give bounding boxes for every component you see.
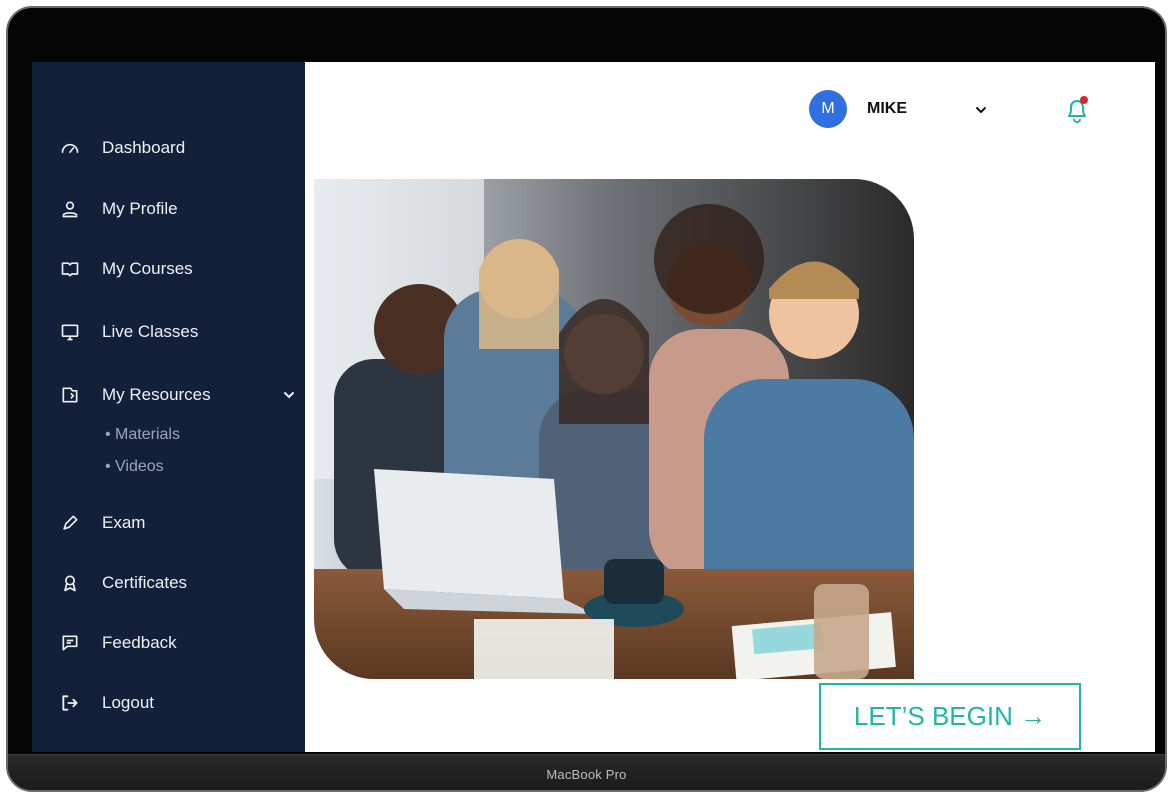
sidebar-item-my-courses[interactable]: My Courses — [58, 256, 193, 282]
laptop-bottom-bar: MacBook Pro — [8, 754, 1165, 790]
sidebar-item-certificates[interactable]: Certificates — [58, 570, 187, 596]
sidebar-item-label: Certificates — [102, 573, 188, 592]
sidebar-item-logout[interactable]: Logout — [58, 690, 154, 716]
sidebar-subitem-videos[interactable]: • Videos — [105, 458, 164, 476]
sidebar-item-label: Logout — [102, 693, 154, 712]
monitor-icon — [58, 320, 82, 344]
sidebar-item-label: My Resources — [102, 385, 211, 404]
avatar[interactable]: M — [809, 90, 847, 128]
laptop-frame: Dashboard My Profile My Courses Live Cla… — [6, 6, 1167, 792]
user-name[interactable]: MIKE — [867, 100, 907, 118]
sidebar-item-dashboard[interactable]: Dashboard — [58, 135, 185, 161]
sidebar-item-label: My Profile — [102, 199, 178, 218]
dashboard-gauge-icon — [58, 136, 82, 160]
hero-image — [314, 179, 914, 679]
sidebar-item-exam[interactable]: Exam — [58, 510, 145, 536]
notification-bell-icon[interactable] — [1062, 92, 1092, 126]
award-icon — [58, 571, 82, 595]
user-icon — [58, 197, 82, 221]
sidebar-item-feedback[interactable]: Feedback — [58, 630, 177, 656]
sidebar-item-label: Dashboard — [102, 138, 186, 157]
chevron-down-icon[interactable] — [282, 388, 296, 402]
pencil-icon — [58, 511, 82, 535]
chevron-down-icon[interactable] — [974, 103, 988, 117]
sidebar-item-label: Exam — [102, 513, 146, 532]
app-screen: Dashboard My Profile My Courses Live Cla… — [32, 62, 1155, 752]
sidebar-item-label: Live Classes — [102, 322, 199, 341]
folder-share-icon — [58, 383, 82, 407]
sidebar-item-my-profile[interactable]: My Profile — [58, 196, 178, 222]
logout-icon — [58, 691, 82, 715]
device-label: MacBook Pro — [546, 767, 627, 782]
sidebar-item-label: Feedback — [102, 633, 177, 652]
sidebar: Dashboard My Profile My Courses Live Cla… — [32, 62, 305, 752]
lets-begin-button[interactable]: LET’S BEGIN → — [819, 683, 1081, 750]
sidebar-subitem-materials[interactable]: • Materials — [105, 426, 180, 444]
notification-dot — [1080, 96, 1088, 104]
sidebar-item-my-resources[interactable]: My Resources — [58, 382, 211, 408]
sidebar-item-label: My Courses — [102, 259, 193, 278]
book-open-icon — [58, 257, 82, 281]
sidebar-item-live-classes[interactable]: Live Classes — [58, 319, 198, 345]
message-square-icon — [58, 631, 82, 655]
